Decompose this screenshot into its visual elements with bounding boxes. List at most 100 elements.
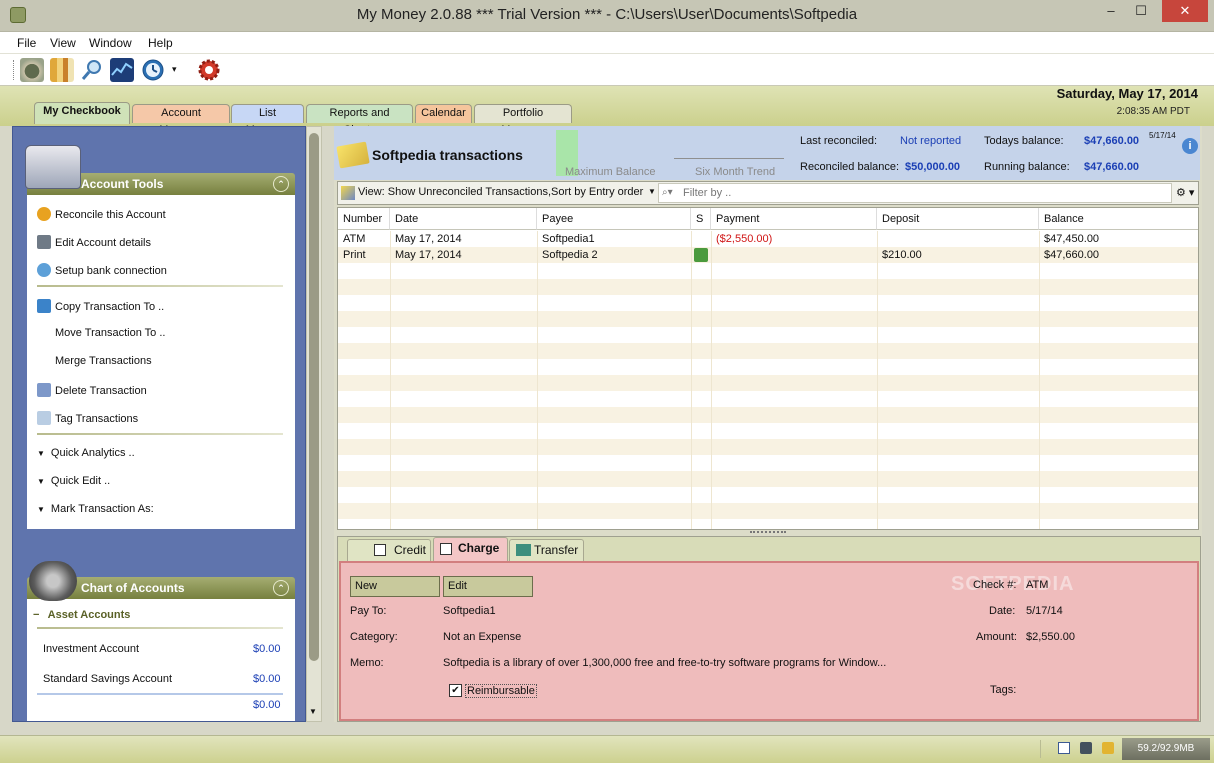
account-tools-body: Reconcile this Account Edit Account deta… [27, 195, 295, 529]
tab-reports-and-charts[interactable]: Reports and Charts [306, 104, 413, 136]
tab-transfer[interactable]: Transfer [509, 539, 584, 561]
title-bar: My Money 2.0.88 *** Trial Version *** - … [0, 0, 1214, 32]
view-bar: View: Show Unreconciled Transactions,Sor… [337, 181, 1199, 205]
reconcile-account-link[interactable]: Reconcile this Account [37, 207, 166, 221]
divider [37, 627, 283, 629]
tab-charge[interactable]: Charge [433, 537, 508, 562]
search-icon[interactable] [80, 58, 104, 82]
tab-credit[interactable]: Credit [347, 539, 431, 561]
tag-transactions-link[interactable]: Tag Transactions [37, 411, 138, 425]
new-button[interactable]: New [350, 576, 440, 597]
view-dropdown-icon[interactable]: ▼ [648, 187, 656, 196]
last-reconciled-label: Last reconciled: [800, 135, 878, 147]
menu-file[interactable]: File [17, 36, 36, 50]
amount-field[interactable]: $2,550.00 [1026, 631, 1075, 643]
grid-body: ATM May 17, 2014 Softpedia1 ($2,550.00) … [338, 231, 1198, 529]
save-disk-icon[interactable] [1080, 742, 1092, 754]
calculator-icon [25, 145, 81, 189]
scrollbar-thumb[interactable] [309, 133, 319, 661]
chart-of-accounts-body: − Asset Accounts Investment Account $0.0… [27, 599, 295, 721]
close-button[interactable]: ✕ [1162, 0, 1208, 22]
money-icon[interactable] [20, 58, 44, 82]
todays-balance-label: Todays balance: [984, 135, 1064, 147]
move-transaction-link[interactable]: Move Transaction To .. [55, 327, 165, 339]
account-tools-title: Account Tools [81, 177, 164, 191]
quick-edit-expander[interactable]: ▼ Quick Edit .. [37, 475, 110, 487]
column-divider [537, 231, 538, 529]
task-pane-scrollbar[interactable]: ▼ [306, 126, 322, 722]
view-selector[interactable]: View: Show Unreconciled Transactions,Sor… [358, 186, 643, 198]
delete-icon [37, 383, 51, 397]
tab-list-manager[interactable]: List Manager [231, 104, 304, 136]
chart-of-accounts-collapse-icon[interactable]: ⌃ [273, 580, 289, 596]
savings-account-amount: $0.00 [253, 673, 281, 685]
investment-account-amount: $0.00 [253, 643, 281, 655]
column-header-status[interactable]: S [691, 208, 711, 230]
table-row[interactable]: ATM May 17, 2014 Softpedia1 ($2,550.00) … [338, 231, 1198, 247]
merge-transactions-link[interactable]: Merge Transactions [55, 355, 152, 367]
account-tools-collapse-icon[interactable]: ⌃ [273, 176, 289, 192]
date-field[interactable]: 5/17/14 [1026, 605, 1063, 617]
grid-options-gear-icon[interactable]: ⚙ ▾ [1176, 186, 1194, 199]
bank-connection-icon [37, 263, 51, 277]
savings-account-name[interactable]: Standard Savings Account [43, 673, 172, 685]
column-header-date[interactable]: Date [390, 208, 537, 230]
reimbursable-checkbox[interactable]: ✔ [449, 684, 462, 697]
mark-transaction-expander[interactable]: ▼ Mark Transaction As: [37, 503, 154, 515]
column-header-payment[interactable]: Payment [711, 208, 877, 230]
document-icon[interactable] [1058, 742, 1070, 754]
check-number-label: Check #: [973, 579, 1017, 591]
maximize-button[interactable]: ☐ [1126, 0, 1156, 22]
asset-accounts-group[interactable]: − Asset Accounts [33, 609, 130, 621]
column-header-balance[interactable]: Balance [1039, 208, 1198, 230]
edit-account-details-link[interactable]: Edit Account details [37, 235, 151, 249]
minimize-button[interactable]: – [1096, 0, 1126, 22]
filter-field[interactable]: ⌕▾ Filter by .. [658, 183, 1172, 203]
menu-help[interactable]: Help [148, 36, 173, 50]
dropdown-arrow-icon[interactable]: ▾ [172, 64, 177, 75]
edit-button[interactable]: Edit [443, 576, 533, 597]
divider [37, 285, 283, 287]
column-header-deposit[interactable]: Deposit [877, 208, 1039, 230]
edit-icon [37, 235, 51, 249]
table-row[interactable]: Print May 17, 2014 Softpedia 2 $210.00 $… [338, 247, 1198, 263]
column-divider [711, 231, 712, 529]
scroll-down-icon[interactable]: ▼ [309, 707, 317, 716]
tab-calendar[interactable]: Calendar [415, 104, 472, 123]
quick-analytics-expander[interactable]: ▼ Quick Analytics .. [37, 447, 135, 459]
tab-account-manager[interactable]: Account Manager [132, 104, 230, 136]
memo-field[interactable]: Softpedia is a library of over 1,300,000… [443, 657, 886, 669]
delete-transaction-link[interactable]: Delete Transaction [37, 383, 147, 397]
category-field[interactable]: Not an Expense [443, 631, 521, 643]
clock-icon[interactable] [141, 58, 165, 82]
checkbook-icon [336, 141, 370, 169]
check-number-field[interactable]: ATM [1026, 579, 1048, 591]
copy-transaction-link[interactable]: Copy Transaction To .. [37, 299, 164, 313]
settings-gear-icon[interactable] [197, 58, 221, 82]
menu-view[interactable]: View [50, 36, 76, 50]
column-header-payee[interactable]: Payee [537, 208, 691, 230]
charge-tab-label: Charge [458, 541, 500, 555]
investment-account-name[interactable]: Investment Account [43, 643, 139, 655]
cell-date: May 17, 2014 [395, 233, 462, 245]
column-header-number[interactable]: Number [338, 208, 390, 230]
reimbursable-label[interactable]: Reimbursable [465, 684, 537, 698]
setup-bank-connection-link[interactable]: Setup bank connection [37, 263, 167, 277]
tab-portfolio-manager[interactable]: Portfolio Manager [474, 104, 572, 136]
payto-field[interactable]: Softpedia1 [443, 605, 496, 617]
menu-window[interactable]: Window [89, 36, 132, 50]
toolbar: ▾ [0, 54, 1214, 86]
account-summary-header: Softpedia transactions Maximum Balance S… [334, 126, 1200, 180]
asset-accounts-label: Asset Accounts [47, 609, 131, 621]
category-label: Category: [350, 631, 398, 643]
cell-deposit: $210.00 [882, 249, 922, 261]
chart-icon[interactable] [110, 58, 134, 82]
tab-my-checkbook[interactable]: My Checkbook [34, 102, 130, 124]
print-icon[interactable] [694, 248, 708, 262]
info-icon[interactable]: i [1182, 138, 1198, 154]
current-time: 2:08:35 AM PDT [1116, 106, 1190, 117]
books-icon[interactable] [50, 58, 74, 82]
splitter-handle[interactable] [750, 531, 786, 535]
lock-icon[interactable] [1102, 742, 1114, 754]
delete-transaction-label: Delete Transaction [55, 385, 147, 397]
